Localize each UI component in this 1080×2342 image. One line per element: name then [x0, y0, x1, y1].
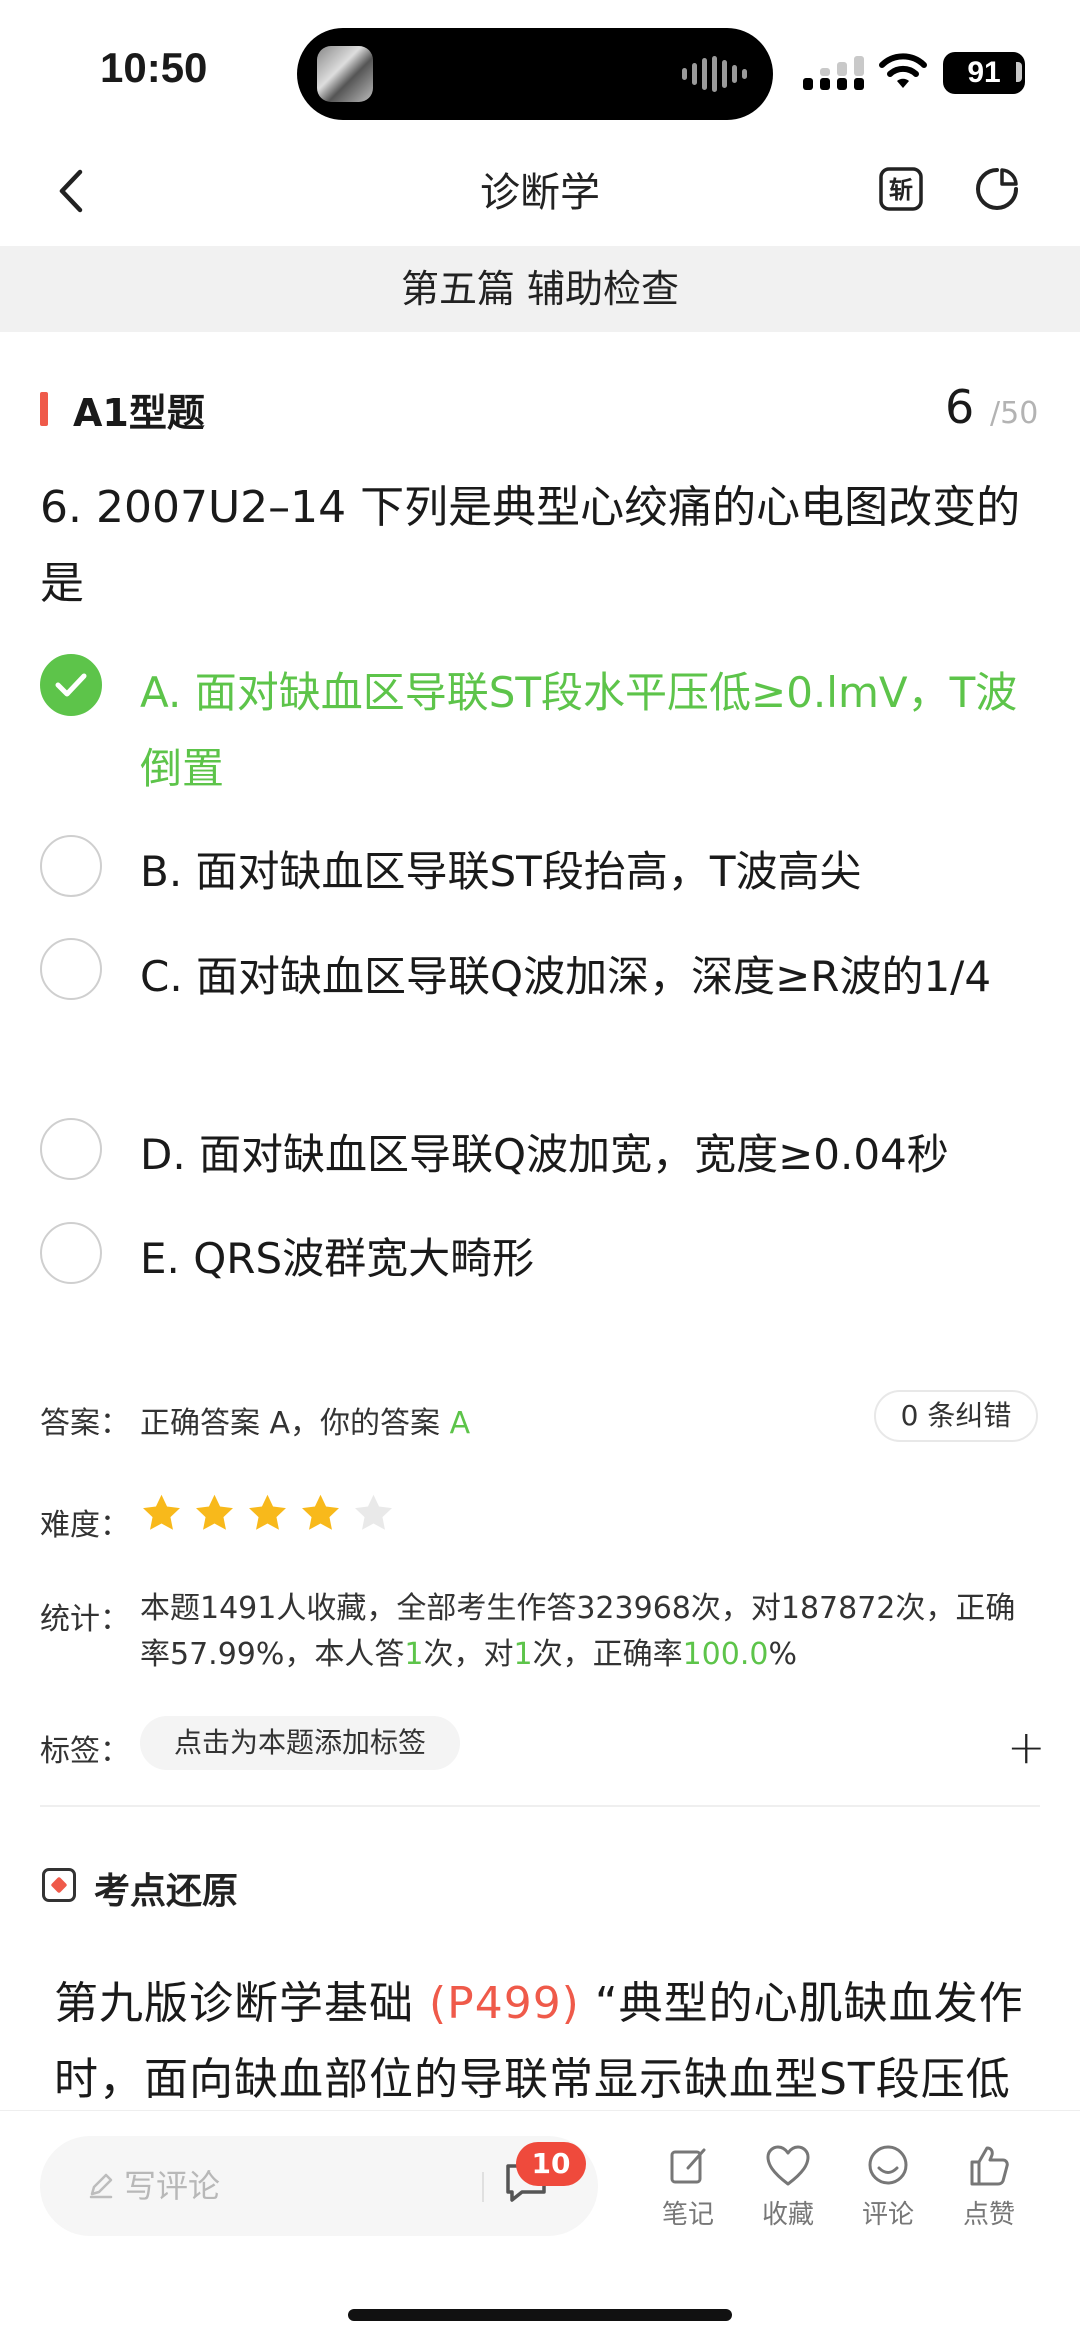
tags-label: 标签：	[40, 1734, 130, 1769]
option-d[interactable]: D. 面对缺血区导联Q波加宽，宽度≥0.04秒	[140, 1117, 1030, 1193]
star-icon	[249, 1494, 286, 1530]
question-type-marker	[40, 392, 48, 426]
battery-indicator: 91	[943, 52, 1025, 94]
question-current-number: 6	[945, 380, 975, 434]
audio-waveform-icon	[682, 56, 747, 92]
option-a[interactable]: A. 面对缺血区导联ST段水平压低≥0.lmV，T波倒置	[140, 655, 1030, 807]
shortcut-icon[interactable]: 斩	[878, 166, 924, 212]
stats-label: 统计：	[40, 1602, 130, 1637]
stats-correct-count: 1	[513, 1637, 533, 1672]
star-empty-icon	[355, 1494, 392, 1530]
like-button[interactable]: 点赞	[944, 2144, 1034, 2231]
question-total: /50	[990, 396, 1039, 431]
option-d-radio[interactable]	[40, 1118, 102, 1180]
answer-text: 正确答案 A，你的答案 A	[140, 1398, 470, 1442]
knowledge-reference[interactable]: (P499)	[429, 1978, 580, 2029]
star-icon	[143, 1494, 180, 1530]
wifi-icon	[879, 53, 927, 88]
stats-rate: 100.0	[682, 1637, 769, 1672]
comment-label: 评论	[861, 2200, 914, 2230]
difficulty-label: 难度：	[40, 1508, 130, 1543]
home-indicator[interactable]	[348, 2309, 732, 2321]
note-button[interactable]: 笔记	[643, 2144, 733, 2231]
add-tag-button[interactable]: 点击为本题添加标签	[140, 1716, 460, 1770]
note-icon	[670, 2148, 706, 2184]
divider	[40, 1805, 1040, 1807]
add-tag-plus-button[interactable]: +	[1007, 1724, 1046, 1770]
note-label: 笔记	[661, 2200, 714, 2230]
stats-text: 本题1491人收藏，全部考生作答323968次，对187872次，正确率57.9…	[140, 1586, 1040, 1678]
section-title: 第五篇 辅助检查	[400, 267, 680, 311]
star-icon	[302, 1494, 339, 1530]
thumb-up-icon	[970, 2146, 1009, 2186]
corrections-button[interactable]: 0 条纠错	[874, 1390, 1038, 1442]
option-a-check-icon[interactable]	[40, 654, 102, 716]
option-c[interactable]: C. 面对缺血区导联Q波加深，深度≥R波的1/4	[140, 939, 1030, 1015]
stats-answered: 1	[404, 1637, 424, 1672]
option-e-radio[interactable]	[40, 1222, 102, 1284]
media-thumbnail	[317, 46, 373, 102]
heart-icon	[766, 2145, 810, 2186]
favorite-label: 收藏	[761, 2200, 814, 2230]
comment-button[interactable]: 评论	[843, 2144, 933, 2231]
comment-count-badge: 10	[516, 2142, 586, 2186]
pencil-icon	[89, 2173, 113, 2199]
difficulty-stars	[140, 1492, 395, 1535]
option-b[interactable]: B. 面对缺血区导联ST段抬高，T波高尖	[140, 834, 1030, 910]
knowledge-prefix: 第九版诊断学基础	[54, 1978, 429, 2029]
cellular-signal-icon	[803, 56, 864, 90]
option-c-radio[interactable]	[40, 938, 102, 1000]
option-e[interactable]: E. QRS波群宽大畸形	[140, 1221, 1030, 1297]
pie-chart-icon[interactable]	[974, 166, 1020, 212]
section-header: 第五篇 辅助检查	[0, 246, 1080, 332]
question-type: A1型题	[73, 391, 205, 435]
smile-icon	[868, 2145, 908, 2185]
answer-label: 答案：	[40, 1406, 130, 1441]
battery-cap	[1016, 62, 1022, 82]
stats-part2: 次，对	[423, 1637, 514, 1672]
stats-part3: 次，正确率	[532, 1637, 683, 1672]
question-text: 6. 2007U2–14 下列是典型心绞痛的心电图改变的是	[40, 482, 1021, 609]
svg-text:斩: 斩	[889, 176, 913, 204]
answer-correct-text: 正确答案 A，你的答案	[140, 1406, 450, 1441]
knowledge-body: 第九版诊断学基础 (P499) “典型的心肌缺血发作时，面向缺血部位的导联常显示…	[54, 1966, 1034, 2118]
comment-placeholder: 写评论	[124, 2167, 221, 2205]
favorite-button[interactable]: 收藏	[743, 2144, 833, 2231]
your-answer: A	[449, 1406, 471, 1441]
dynamic-island	[297, 28, 773, 120]
star-icon	[196, 1494, 233, 1530]
status-time: 10:50	[100, 44, 208, 91]
stats-part4: %	[768, 1637, 797, 1672]
comment-separator	[482, 2172, 484, 2202]
like-label: 点赞	[962, 2200, 1015, 2230]
compass-icon	[42, 1868, 76, 1902]
option-b-radio[interactable]	[40, 835, 102, 897]
knowledge-title: 考点还原	[94, 1871, 239, 1912]
